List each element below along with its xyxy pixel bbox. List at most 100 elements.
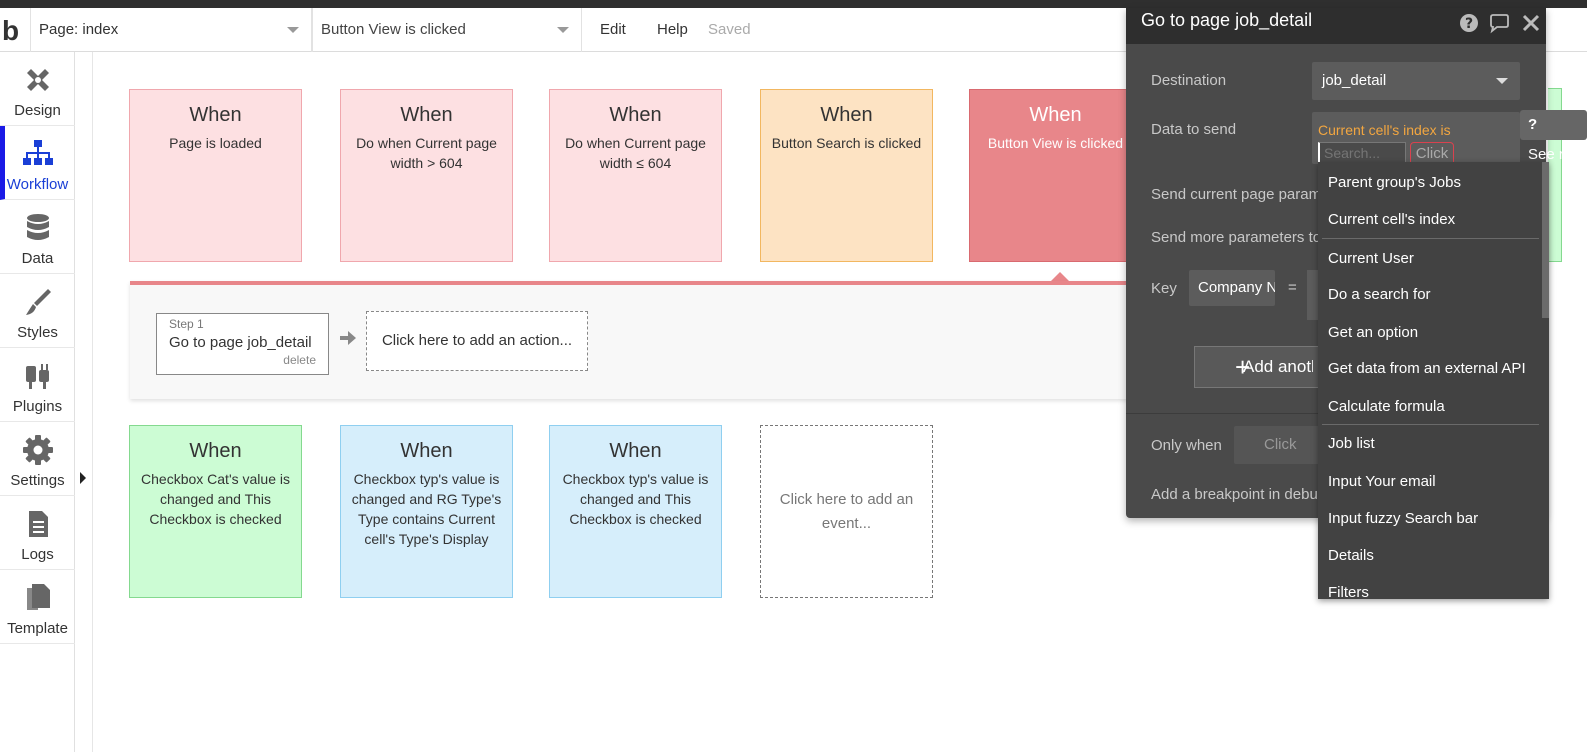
event-card-search-clicked[interactable]: When Button Search is clicked: [760, 89, 933, 262]
event-when-label: When: [400, 440, 453, 462]
see-reference-label: See reference: [1528, 146, 1587, 163]
sidebar-item-workflow[interactable]: Workflow: [0, 126, 75, 200]
event-condition: Checkbox Cat's value is changed and This…: [141, 471, 290, 527]
dropdown-scrollbar[interactable]: [1542, 162, 1549, 318]
add-parameter-button[interactable]: + Add another parameter: [1194, 346, 1324, 388]
event-selector[interactable]: Button View is clicked: [312, 8, 582, 52]
workflow-icon: [23, 140, 53, 165]
sidebar-item-template[interactable]: Template: [0, 570, 75, 644]
design-icon: [27, 69, 49, 91]
dropdown-item-calculate-formula[interactable]: Calculate formula: [1318, 388, 1541, 425]
sidebar-item-label: Plugins: [12, 398, 63, 415]
sidebar-item-label: Design: [14, 102, 61, 119]
event-when-label: When: [609, 104, 662, 126]
step-name: Go to page job_detail: [169, 334, 312, 351]
expand-arrow-icon[interactable]: [80, 472, 86, 484]
breakpoint-label[interactable]: Add a breakpoint in debug mode: [1151, 486, 1321, 503]
edit-menu[interactable]: Edit: [600, 8, 626, 52]
event-card-checkbox-typ-rg[interactable]: When Checkbox typ's value is changed and…: [340, 425, 513, 598]
event-condition: Button View is clicked: [987, 135, 1124, 151]
event-condition: Button Search is clicked: [771, 135, 922, 151]
event-selector-label: Button View is clicked: [321, 21, 466, 38]
event-card-view-clicked[interactable]: When Button View is clicked: [969, 89, 1142, 262]
destination-dropdown[interactable]: job_detail: [1312, 62, 1520, 100]
comment-icon[interactable]: [1488, 12, 1510, 34]
template-icon: [27, 584, 50, 610]
dropdown-item-filters[interactable]: Filters: [1318, 574, 1541, 599]
sidebar-item-settings[interactable]: Settings: [0, 422, 75, 496]
event-when-label: When: [400, 104, 453, 126]
destination-value: job_detail: [1322, 72, 1387, 89]
dropdown-item-details[interactable]: Details: [1318, 537, 1541, 574]
see-reference-button[interactable]: ? See reference: [1520, 110, 1587, 163]
page-selector-label: Page: index: [39, 21, 119, 38]
event-card-page-loaded[interactable]: When Page is loaded: [129, 89, 302, 262]
dropdown-item-external-api[interactable]: Get data from an external API: [1318, 350, 1541, 387]
arrow-right-icon: [340, 331, 356, 345]
save-status: Saved: [708, 21, 751, 38]
dropdown-item-current-cell-index[interactable]: Current cell's index: [1318, 201, 1541, 238]
parameter-key-input[interactable]: Company Name: [1189, 270, 1275, 306]
sidebar-item-label: Styles: [17, 324, 58, 341]
add-event-button[interactable]: Click here to add an event...: [760, 425, 933, 598]
sidebar-item-label: Data: [21, 250, 54, 267]
data-to-send-field[interactable]: Current cell's index is Click: [1312, 112, 1520, 166]
data-expression[interactable]: Current cell's index is: [1318, 122, 1451, 138]
bubble-logo[interactable]: b: [2, 16, 30, 46]
gear-icon: [23, 435, 53, 465]
step-delete-link[interactable]: delete: [283, 353, 316, 367]
event-condition: Do when Current page width > 604: [356, 135, 497, 171]
dropdown-item-input-email[interactable]: Input Your email: [1318, 463, 1541, 500]
expression-dropdown: Parent group's Jobs Current cell's index…: [1318, 162, 1549, 599]
brush-icon: [26, 289, 51, 315]
canvas-divider: [92, 52, 93, 752]
dropdown-item-current-user[interactable]: Current User: [1318, 240, 1541, 277]
event-card-checkbox-cat[interactable]: When Checkbox Cat's value is changed and…: [129, 425, 302, 598]
help-icon[interactable]: ?: [1458, 12, 1480, 34]
sidebar-item-plugins[interactable]: Plugins: [0, 348, 75, 422]
dropdown-separator: [1322, 238, 1539, 239]
event-when-label: When: [820, 104, 873, 126]
action-step[interactable]: Step 1 Go to page job_detail delete: [156, 313, 329, 375]
event-card-width-less[interactable]: When Do when Current page width ≤ 604: [549, 89, 722, 262]
sidebar: Design Workflow Data Styles Plugins Sett…: [0, 52, 75, 752]
sidebar-item-logs[interactable]: Logs: [0, 496, 75, 570]
plug-icon: [26, 364, 49, 389]
sidebar-item-label: Workflow: [6, 176, 69, 193]
document-icon: [29, 511, 48, 537]
sidebar-item-label: Settings: [10, 472, 65, 489]
page-selector[interactable]: Page: index: [30, 8, 312, 52]
event-card-width-greater[interactable]: When Do when Current page width > 604: [340, 89, 513, 262]
expression-search-input[interactable]: [1318, 142, 1406, 164]
event-condition: Checkbox typ's value is changed and This…: [562, 471, 709, 527]
dropdown-item-input-search-bar[interactable]: Input fuzzy Search bar: [1318, 500, 1541, 537]
sidebar-item-styles[interactable]: Styles: [0, 274, 75, 348]
close-icon[interactable]: [1520, 12, 1542, 34]
sidebar-item-label: Template: [7, 620, 68, 637]
only-when-label: Only when: [1151, 437, 1222, 454]
event-condition: Do when Current page width ≤ 604: [565, 135, 706, 171]
event-when-label: When: [189, 104, 242, 126]
window-top-strip: [0, 0, 1587, 8]
dropdown-item-get-option[interactable]: Get an option: [1318, 314, 1541, 351]
add-action-button[interactable]: Click here to add an action...: [366, 311, 588, 371]
send-page-parameters-label: Send current page parameters: [1151, 186, 1321, 203]
data-to-send-label: Data to send: [1151, 121, 1237, 138]
panel-header: Go to page job_detail ?: [1126, 8, 1546, 44]
svg-text:?: ?: [1465, 16, 1473, 32]
key-label: Key: [1151, 280, 1177, 297]
event-when-label: When: [189, 440, 242, 462]
only-when-field[interactable]: Click: [1234, 426, 1324, 464]
sidebar-item-data[interactable]: Data: [0, 200, 75, 274]
equals-sign: =: [1288, 279, 1297, 296]
event-condition: Checkbox typ's value is changed and RG T…: [351, 471, 502, 547]
destination-label: Destination: [1151, 72, 1227, 89]
event-card-checkbox-typ-checked[interactable]: When Checkbox typ's value is changed and…: [549, 425, 722, 598]
sidebar-item-design[interactable]: Design: [0, 52, 75, 126]
dropdown-item-job-list[interactable]: Job list: [1318, 425, 1541, 462]
dropdown-item-do-a-search[interactable]: Do a search for: [1318, 276, 1541, 313]
help-menu[interactable]: Help: [657, 8, 688, 52]
dropdown-item-parent-group-jobs[interactable]: Parent group's Jobs: [1318, 164, 1541, 201]
plus-icon: +: [1235, 352, 1251, 382]
database-icon: [27, 214, 49, 240]
